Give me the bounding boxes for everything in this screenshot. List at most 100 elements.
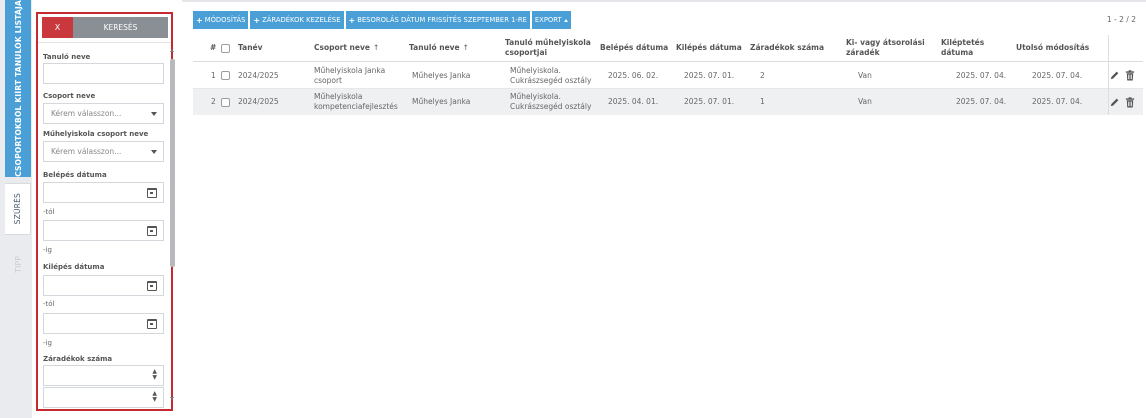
row-checkbox-cell: [221, 63, 230, 88]
row-modified: 2025. 07. 04.: [1032, 97, 1083, 106]
select-all-checkbox[interactable]: [221, 43, 230, 53]
row-clauses: 1: [760, 97, 765, 106]
stepper-icon[interactable]: ▲ ▼: [152, 369, 157, 381]
student-name-label: Tanuló neve: [43, 53, 91, 61]
modify-button[interactable]: + MÓDOSÍTÁS: [193, 11, 249, 29]
exit-date-to-input[interactable]: [43, 313, 164, 334]
divider: [38, 42, 171, 43]
plus-icon: +: [253, 15, 261, 25]
row-checkbox[interactable]: [221, 71, 230, 80]
clause-count-max-input[interactable]: ▲ ▼: [43, 387, 164, 408]
exit-date-label: Kilépés dátuma: [43, 263, 105, 271]
row-year: 2024/2025: [238, 97, 279, 106]
pencil-icon[interactable]: [1109, 89, 1120, 115]
row-num: 1: [211, 70, 216, 80]
row-exit: 2025. 07. 01.: [684, 97, 735, 106]
header-group-label: Csoport neve: [314, 43, 370, 52]
row-entry: 2025. 06. 02.: [608, 70, 659, 80]
clause-count-min-input[interactable]: ▲ ▼: [43, 365, 164, 386]
header-exit-record[interactable]: Kiléptetés dátuma: [941, 35, 991, 61]
group-name-label: Csoport neve: [43, 92, 96, 100]
search-button[interactable]: KERESÉS: [73, 17, 168, 38]
tab-filter[interactable]: SZŰRÉS: [5, 183, 31, 235]
header-group[interactable]: Csoport neve ↑: [314, 35, 379, 61]
filter-scrollbar[interactable]: [170, 45, 175, 405]
refresh-date-label: BESOROLÁS DÁTUM FRISSÍTÉS SZEPTEMBER 1-R…: [357, 16, 527, 24]
clause-count-label: Záradékok száma: [43, 355, 113, 363]
workshop-group-select[interactable]: Kérem válasszon...: [43, 141, 164, 162]
tab-tip[interactable]: TIPP: [5, 240, 31, 288]
plus-icon: +: [348, 15, 356, 25]
calendar-icon[interactable]: [147, 226, 157, 236]
entry-to-label: -ig: [43, 246, 52, 254]
scroll-up-arrow-icon[interactable]: [170, 49, 174, 52]
exit-to-label: -ig: [43, 339, 52, 347]
header-transfer[interactable]: Ki- vagy átsorolási záradék: [846, 35, 928, 61]
scroll-thumb[interactable]: [170, 59, 175, 267]
top-border: [182, 0, 1146, 2]
header-modified[interactable]: Utolsó módosítás: [1016, 35, 1089, 61]
table-header: # Tanév Csoport neve ↑ Tanuló neve ↑ Tanul…: [193, 35, 1143, 62]
row-year: 2024/2025: [238, 70, 279, 80]
entry-date-from-input[interactable]: [43, 182, 164, 203]
filter-panel: X KERESÉS Tanuló neve Csoport neve Kérem…: [36, 12, 173, 411]
header-student-label: Tanuló neve: [409, 43, 460, 52]
pencil-icon[interactable]: [1109, 63, 1120, 88]
row-group: Műhelyiskola kompetenciafejlesztés: [314, 92, 398, 111]
group-name-select[interactable]: Kérem válasszon...: [43, 103, 164, 124]
exit-date-from-input[interactable]: [43, 275, 164, 296]
header-workshop[interactable]: Tanuló műhelyiskola csoportjai: [505, 35, 597, 61]
table-row[interactable]: 2 2024/2025 Műhelyiskola kompetenciafejl…: [193, 89, 1143, 115]
row-student: Műhelyes Janka: [412, 70, 471, 80]
pagination-info: 1 - 2 / 2: [1106, 15, 1136, 24]
tab-filter-label: SZŰRÉS: [13, 193, 22, 225]
caret-up-icon: [563, 18, 568, 22]
row-checkbox-cell: [221, 89, 230, 115]
header-clauses[interactable]: Záradékok száma: [750, 35, 824, 61]
manage-clauses-button[interactable]: + ZÁRADÉKOK KEZELÉSE: [250, 11, 344, 29]
row-num: 2: [211, 97, 216, 106]
workshop-group-placeholder: Kérem válasszon...: [51, 147, 122, 156]
header-year[interactable]: Tanév: [238, 35, 263, 61]
header-student[interactable]: Tanuló neve ↑: [409, 35, 469, 61]
tab-tip-label: TIPP: [13, 255, 23, 273]
calendar-icon[interactable]: [147, 188, 157, 198]
row-student: Műhelyes Janka: [412, 97, 471, 106]
refresh-date-button[interactable]: + BESOROLÁS DÁTUM FRISSÍTÉS SZEPTEMBER 1-…: [345, 11, 530, 29]
header-checkbox-cell: [221, 35, 230, 61]
row-transfer: Van: [858, 97, 872, 106]
header-exit[interactable]: Kilépés dátuma: [676, 35, 742, 61]
entry-from-label: -tól: [43, 208, 55, 216]
stepper-icon[interactable]: ▲ ▼: [152, 391, 157, 403]
sort-up-icon: ↑: [372, 43, 380, 52]
export-button[interactable]: EXPORT: [531, 11, 571, 29]
side-tab-bar: CSOPORTOKBÓL KIÍRT TANULÓK LISTÁJA SZŰRÉ…: [0, 0, 32, 418]
group-name-placeholder: Kérem válasszon...: [51, 109, 122, 118]
row-entry: 2025. 04. 01.: [608, 97, 659, 106]
row-group: Műhelyiskola Janka csoport: [314, 65, 386, 85]
tab-student-list[interactable]: CSOPORTOKBÓL KIÍRT TANULÓK LISTÁJA: [5, 0, 31, 177]
clear-filter-button[interactable]: X: [42, 17, 73, 38]
row-workshop: Műhelyiskola. Cukrászsegéd osztály: [510, 65, 592, 85]
plus-icon: +: [196, 15, 203, 25]
chevron-down-icon: [151, 150, 157, 154]
chevron-down-icon: [151, 112, 157, 116]
row-transfer: Van: [858, 70, 872, 80]
row-clauses: 2: [760, 70, 765, 80]
workshop-group-label: Műhelyiskola csoport neve: [43, 130, 149, 138]
calendar-icon[interactable]: [147, 281, 157, 291]
modify-label: MÓDOSÍTÁS: [204, 16, 246, 24]
entry-date-to-input[interactable]: [43, 220, 164, 241]
header-entry[interactable]: Belépés dátuma: [600, 35, 668, 61]
calendar-icon[interactable]: [147, 319, 157, 329]
row-checkbox[interactable]: [221, 97, 230, 107]
column-divider: [1108, 35, 1109, 115]
trash-icon[interactable]: [1125, 89, 1135, 115]
filter-button-group: X KERESÉS: [42, 17, 168, 38]
table-row[interactable]: 1 2024/2025 Műhelyiskola Janka csoport M…: [193, 63, 1143, 89]
tab-student-list-label: CSOPORTOKBÓL KIÍRT TANULÓK LISTÁJA: [13, 0, 23, 177]
scroll-down-arrow-icon[interactable]: [170, 397, 174, 400]
export-label: EXPORT: [534, 16, 562, 24]
trash-icon[interactable]: [1125, 63, 1135, 88]
student-name-input[interactable]: [43, 63, 164, 84]
